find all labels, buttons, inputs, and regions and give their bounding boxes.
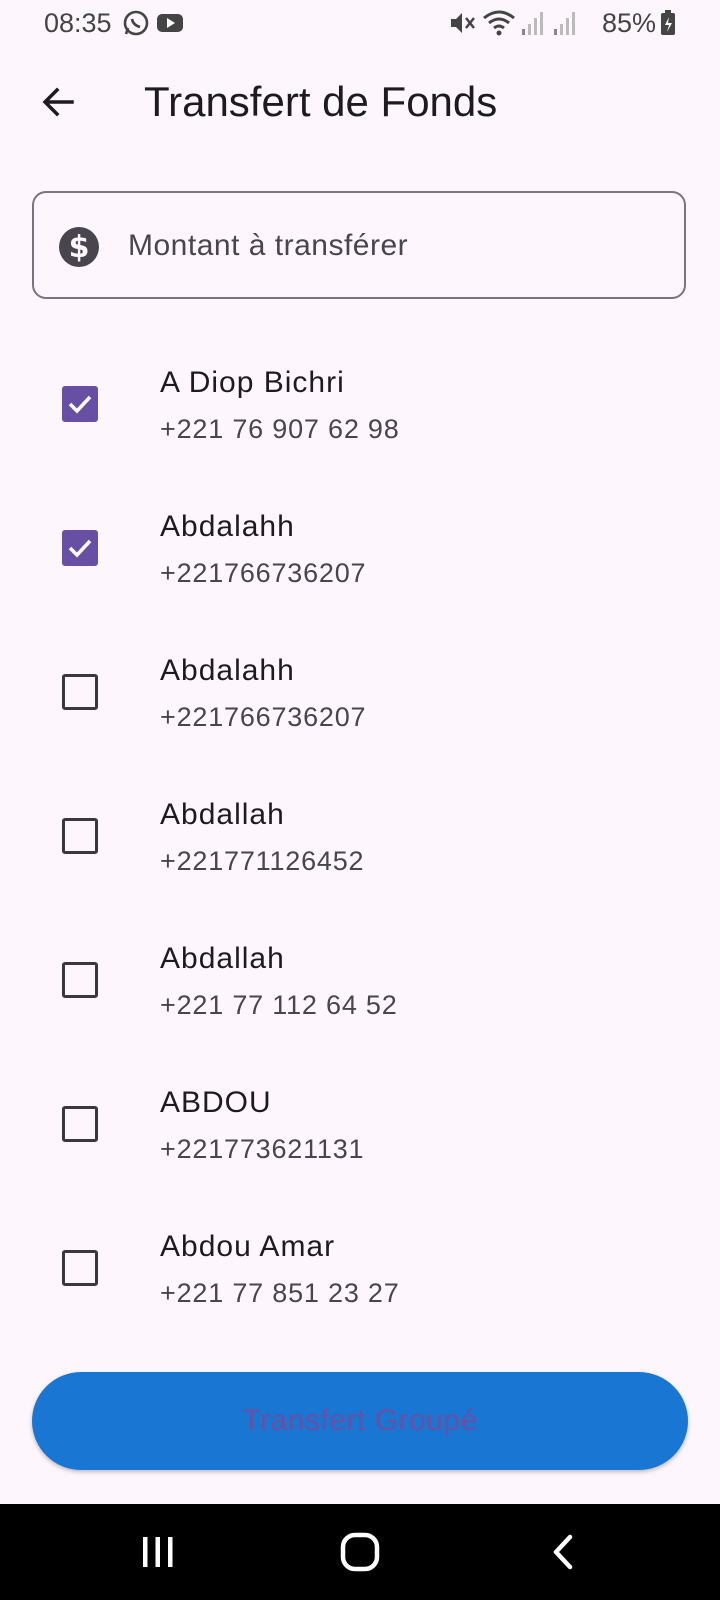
- svg-text:$: $: [69, 230, 90, 265]
- contact-item[interactable]: Abdalahh +221766736207: [0, 624, 720, 768]
- battery-percentage: 85%: [602, 8, 657, 38]
- contact-checkbox[interactable]: [62, 674, 98, 710]
- contact-phone: +221766736207: [160, 558, 367, 588]
- contact-name: ABDOU: [160, 1086, 272, 1119]
- contact-list: A Diop Bichri +221 76 907 62 98 Abdalahh…: [0, 336, 720, 1344]
- back-button[interactable]: [30, 74, 86, 130]
- contact-checkbox[interactable]: [62, 386, 98, 422]
- dollar-icon: $: [58, 226, 100, 268]
- contact-item[interactable]: Abdallah +221 77 112 64 52: [0, 912, 720, 1056]
- arrow-back-icon: [42, 87, 74, 117]
- contact-name: Abdallah: [160, 798, 285, 831]
- checkmark-icon: [68, 539, 92, 558]
- whatsapp-icon: [122, 9, 150, 42]
- contact-item[interactable]: A Diop Bichri +221 76 907 62 98: [0, 336, 720, 480]
- contact-phone: +221766736207: [160, 702, 367, 732]
- signal-icon: [520, 9, 546, 42]
- home-button[interactable]: [330, 1532, 390, 1572]
- app-bar: Transfert de Fonds: [0, 60, 720, 150]
- youtube-icon: [156, 9, 184, 42]
- contact-checkbox[interactable]: [62, 962, 98, 998]
- page-title: Transfert de Fonds: [144, 78, 498, 125]
- contact-name: Abdalahh: [160, 654, 295, 687]
- contact-checkbox[interactable]: [62, 1250, 98, 1286]
- back-icon: [553, 1534, 573, 1570]
- group-transfer-button[interactable]: Transfert Groupé: [32, 1372, 688, 1470]
- contact-phone: +221771126452: [160, 846, 365, 876]
- contact-phone: +221773621131: [160, 1134, 365, 1164]
- wifi-icon: [482, 9, 516, 42]
- amount-input[interactable]: $ Montant à transférer: [32, 191, 686, 299]
- contact-name: Abdalahh: [160, 510, 295, 543]
- status-bar: 08:35 85%: [0, 0, 720, 50]
- signal-icon: [552, 9, 578, 42]
- mute-icon: [448, 9, 476, 42]
- contact-name: Abdallah: [160, 942, 285, 975]
- contact-item[interactable]: Abdalahh +221766736207: [0, 480, 720, 624]
- amount-placeholder: Montant à transférer: [128, 229, 409, 262]
- contact-checkbox[interactable]: [62, 1106, 98, 1142]
- contact-checkbox[interactable]: [62, 818, 98, 854]
- recent-apps-icon: [143, 1537, 173, 1567]
- status-time: 08:35: [44, 8, 112, 38]
- contact-phone: +221 77 851 23 27: [160, 1278, 400, 1308]
- contact-item[interactable]: Abdou Amar +221 77 851 23 27: [0, 1200, 720, 1344]
- home-icon: [340, 1532, 380, 1572]
- contact-name: A Diop Bichri: [160, 366, 345, 399]
- contact-item[interactable]: Abdallah +221771126452: [0, 768, 720, 912]
- recent-apps-button[interactable]: [128, 1532, 188, 1572]
- battery-icon: [660, 9, 676, 42]
- system-nav-bar: [0, 1504, 720, 1600]
- contact-checkbox[interactable]: [62, 530, 98, 566]
- contact-item[interactable]: ABDOU +221773621131: [0, 1056, 720, 1200]
- checkmark-icon: [68, 395, 92, 414]
- group-transfer-label: Transfert Groupé: [242, 1404, 478, 1437]
- nav-back-button[interactable]: [534, 1532, 594, 1572]
- contact-phone: +221 76 907 62 98: [160, 414, 400, 444]
- contact-name: Abdou Amar: [160, 1230, 336, 1263]
- contact-phone: +221 77 112 64 52: [160, 990, 398, 1020]
